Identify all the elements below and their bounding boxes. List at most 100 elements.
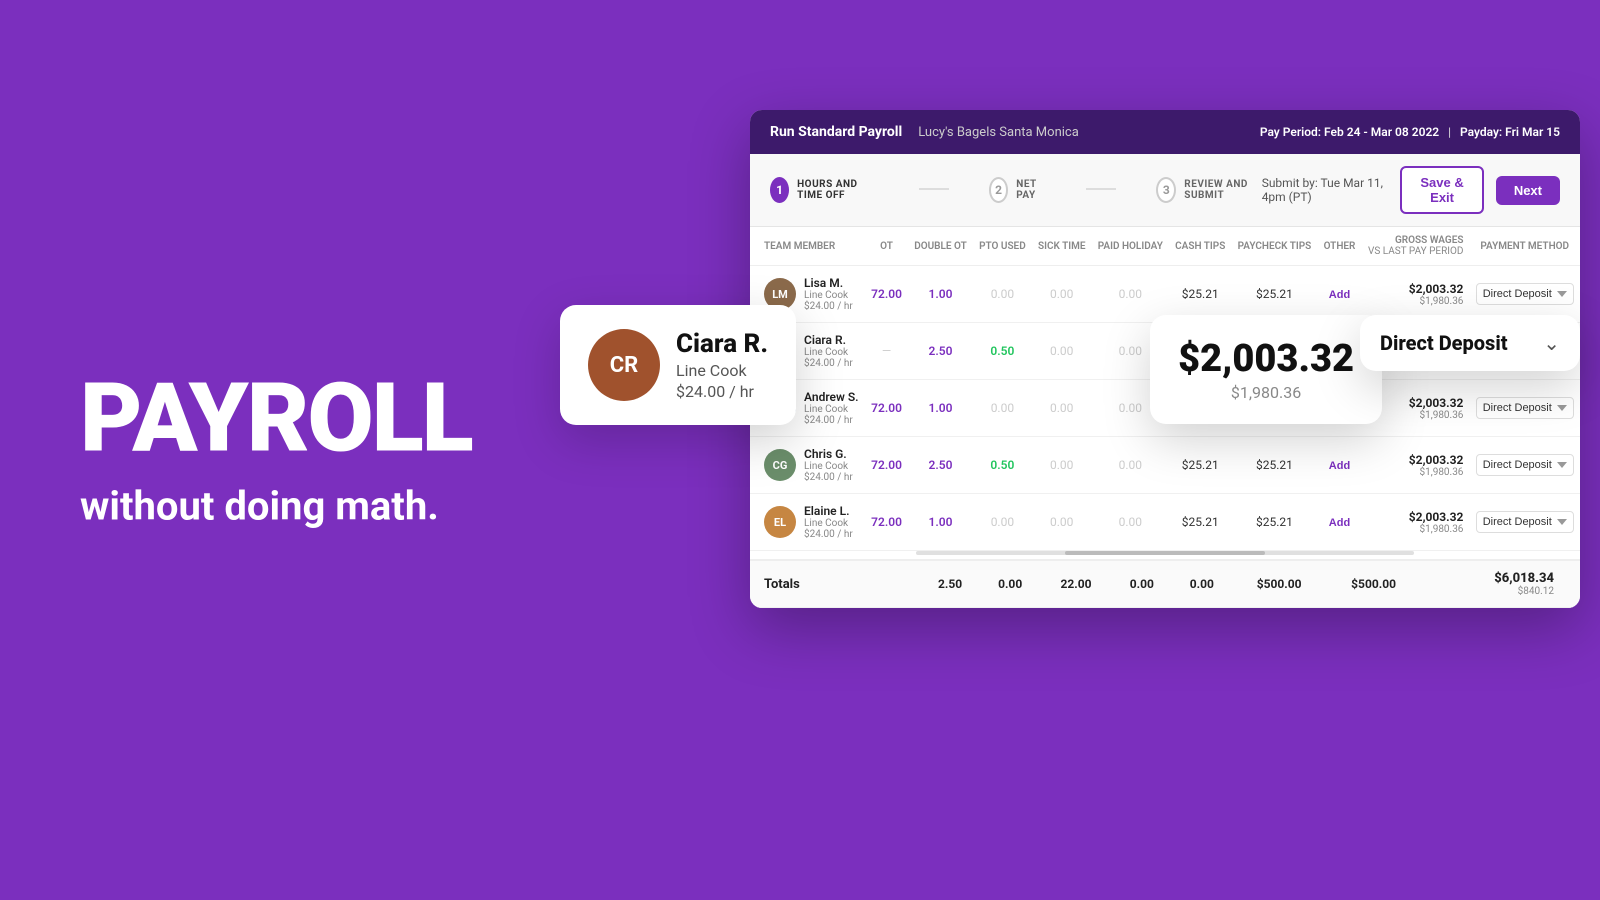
col-paycheck-tips: Paycheck Tips (1231, 227, 1317, 266)
employee-card-rate: $24.00 / hr (676, 382, 768, 401)
totals-pto: 22.00 (1040, 560, 1112, 608)
scroll-indicator (916, 551, 1414, 555)
scroll-thumb (1065, 551, 1264, 555)
cell-gross: $2,003.32 $1,980.36 (1362, 494, 1470, 551)
member-role: Line Cook (804, 290, 853, 301)
save-exit-button[interactable]: Save & Exit (1400, 166, 1483, 214)
member-name: Chris G. (804, 447, 853, 461)
employee-card-popup: CR Ciara R. Line Cook $24.00 / hr (560, 305, 796, 425)
dd-card-label: Direct Deposit (1380, 331, 1527, 355)
totals-paycheck-tips: $500.00 (1326, 560, 1420, 608)
member-role: Line Cook (804, 347, 853, 358)
cell-sick: 0.00 (1032, 494, 1092, 551)
marketing-tagline: without doing math. (80, 483, 472, 530)
cell-payment[interactable]: Direct Deposit Check (1469, 380, 1580, 437)
col-sick: Sick Time (1032, 227, 1092, 266)
cell-other[interactable]: Add (1317, 494, 1361, 551)
cell-payment[interactable]: Direct Deposit Check (1469, 494, 1580, 551)
dd-chevron-icon: ⌄ (1543, 331, 1560, 355)
submit-by-text: Submit by: Tue Mar 11, 4pm (PT) (1262, 176, 1389, 204)
cell-gross: $2,003.32 $1,980.36 (1362, 266, 1470, 323)
cell-cash-tips: $25.21 (1169, 437, 1231, 494)
cell-double-ot: 1.00 (908, 380, 973, 437)
step-1[interactable]: 1 HOURS AND TIME OFF (770, 177, 879, 203)
member-info: Andrew S. Line Cook $24.00 / hr (804, 390, 859, 426)
member-info: Lisa M. Line Cook $24.00 / hr (804, 276, 853, 312)
cell-other[interactable]: Add (1317, 266, 1361, 323)
col-payment: Payment Method (1469, 227, 1580, 266)
cell-payment[interactable]: Direct Deposit Check (1469, 437, 1580, 494)
add-button[interactable]: Add (1329, 289, 1350, 301)
totals-holiday: 0.00 (1172, 560, 1232, 608)
col-ot: OT (865, 227, 908, 266)
cell-member: CG Chris G. Line Cook $24.00 / hr (750, 437, 865, 494)
col-pto: PTO Used (973, 227, 1032, 266)
cell-pto: 0.50 (973, 323, 1032, 380)
add-button[interactable]: Add (1329, 460, 1350, 472)
cell-paycheck-tips: $25.21 (1231, 266, 1317, 323)
gross-wages-popup: $2,003.32 $1,980.36 (1150, 315, 1382, 424)
next-button[interactable]: Next (1496, 176, 1560, 205)
direct-deposit-popup[interactable]: Direct Deposit ⌄ (1360, 315, 1580, 371)
step-2[interactable]: 2 NET PAY (989, 177, 1046, 203)
col-holiday: Paid Holiday (1092, 227, 1169, 266)
col-double-ot: Double OT (908, 227, 973, 266)
run-standard-label: Run Standard Payroll (770, 124, 902, 140)
cell-ot: 72.00 (865, 437, 908, 494)
cell-pto: 0.00 (973, 494, 1032, 551)
gross-card-last: $1,980.36 (1178, 383, 1354, 402)
member-name: Lisa M. (804, 276, 853, 290)
totals-sick: 0.00 (1112, 560, 1172, 608)
company-name: Lucy's Bagels Santa Monica (918, 125, 1079, 140)
totals-double-ot: 0.00 (980, 560, 1040, 608)
header-right: Pay Period: Feb 24 - Mar 08 2022 | Payda… (1260, 125, 1560, 139)
col-team-member: Team Member (750, 227, 865, 266)
payment-method-select[interactable]: Direct Deposit Check (1476, 454, 1574, 476)
step-1-label: HOURS AND TIME OFF (797, 179, 879, 201)
header-left: Run Standard Payroll Lucy's Bagels Santa… (770, 124, 1079, 140)
table-row: CG Chris G. Line Cook $24.00 / hr 72.00 … (750, 437, 1580, 494)
payment-method-select[interactable]: Direct Deposit Check (1476, 397, 1574, 419)
panel-header: Run Standard Payroll Lucy's Bagels Santa… (750, 110, 1580, 154)
steps-right: Submit by: Tue Mar 11, 4pm (PT) Save & E… (1262, 166, 1560, 214)
cell-ot: 72.00 (865, 494, 908, 551)
cell-cash-tips: $25.21 (1169, 266, 1231, 323)
payment-method-select[interactable]: Direct Deposit Check (1476, 511, 1574, 533)
col-cash-tips: Cash Tips (1169, 227, 1231, 266)
cell-double-ot: 1.00 (908, 266, 973, 323)
marketing-headline: PAYROLL (80, 371, 472, 467)
totals-gross: $6,018.34 $840.12 (1441, 560, 1560, 608)
cell-paycheck-tips: $25.21 (1231, 437, 1317, 494)
step-2-circle: 2 (989, 177, 1008, 203)
payment-method-select[interactable]: Direct Deposit Check (1476, 283, 1574, 305)
employee-card-role: Line Cook (676, 361, 768, 380)
step-connector-2 (1086, 188, 1116, 190)
cell-gross: $2,003.32 $1,980.36 (1362, 437, 1470, 494)
step-3[interactable]: 3 REVIEW AND SUBMIT (1156, 177, 1261, 203)
employee-card-info: Ciara R. Line Cook $24.00 / hr (676, 329, 768, 401)
member-info: Elaine L. Line Cook $24.00 / hr (804, 504, 853, 540)
cell-other[interactable]: Add (1317, 437, 1361, 494)
pay-period: Pay Period: Feb 24 - Mar 08 2022 (1260, 125, 1439, 139)
cell-pto: 0.50 (973, 437, 1032, 494)
employee-card-name: Ciara R. (676, 329, 768, 359)
cell-ot: 72.00 (865, 266, 908, 323)
member-name: Andrew S. (804, 390, 859, 404)
member-info: Chris G. Line Cook $24.00 / hr (804, 447, 853, 483)
step-2-label: NET PAY (1016, 179, 1046, 201)
member-role: Line Cook (804, 518, 853, 529)
cell-payment[interactable]: Direct Deposit Check (1469, 266, 1580, 323)
cell-sick: 0.00 (1032, 437, 1092, 494)
totals-label: Totals (750, 560, 920, 608)
step-3-circle: 3 (1156, 177, 1176, 203)
cell-holiday: 0.00 (1092, 494, 1169, 551)
add-button[interactable]: Add (1329, 517, 1350, 529)
cell-cash-tips: $25.21 (1169, 494, 1231, 551)
totals-table: Totals 2.50 0.00 22.00 0.00 0.00 $500.00… (750, 559, 1580, 608)
member-rate: $24.00 / hr (804, 358, 853, 369)
totals-other (1421, 560, 1441, 608)
table-header-row: Team Member OT Double OT PTO Used Sick T… (750, 227, 1580, 266)
member-avatar: CG (764, 449, 796, 481)
col-gross: Gross Wagesvs Last Pay Period (1362, 227, 1470, 266)
member-role: Line Cook (804, 404, 859, 415)
